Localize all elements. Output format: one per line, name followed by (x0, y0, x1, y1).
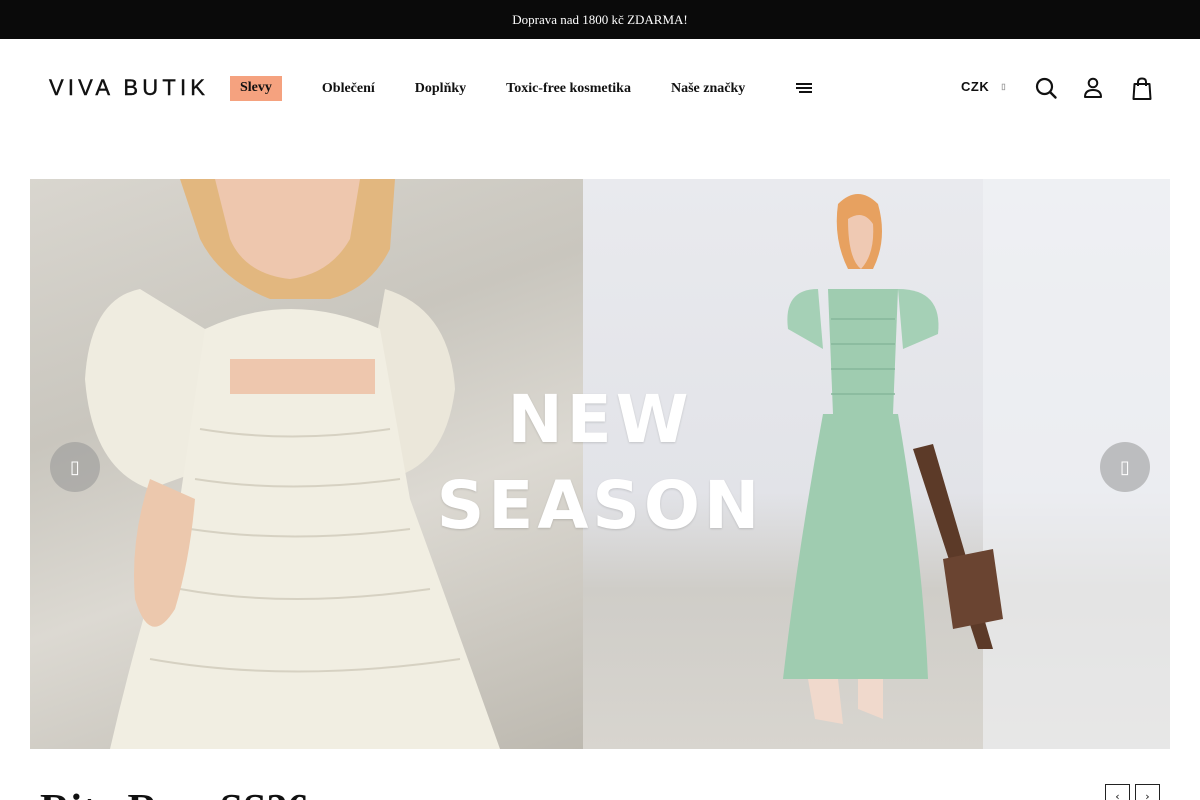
chevron-right-icon: ▯ (1120, 456, 1130, 478)
main-nav: Slevy Oblečení Doplňky Toxic-free kosmet… (230, 76, 785, 101)
announcement-bar: Doprava nad 1800 kč ZDARMA! (0, 0, 1200, 39)
chevron-down-icon: ▯ (1001, 82, 1007, 91)
nav-item-brands[interactable]: Naše značky (671, 81, 745, 97)
announcement-text: Doprava nad 1800 kč ZDARMA! (512, 11, 688, 27)
search-icon[interactable] (1034, 76, 1058, 100)
site-header: VIVA BUTIK Slevy Oblečení Doplňky Toxic-… (0, 39, 1200, 139)
carousel-next-button[interactable]: › (1135, 784, 1160, 800)
hero-next-button[interactable]: ▯ (1100, 442, 1150, 492)
hero-slider: NEW SEASON ▯ ▯ (30, 179, 1170, 749)
hero-title-line1: NEW (507, 381, 693, 458)
section-title: Rita Row SS26 (40, 786, 308, 800)
chevron-right-icon: › (1145, 790, 1150, 800)
nav-item-cosmetics[interactable]: Toxic-free kosmetika (506, 81, 631, 97)
hero-title-line2: SEASON (436, 467, 764, 544)
carousel-prev-button[interactable]: ‹ (1105, 784, 1130, 800)
nav-item-accessories[interactable]: Doplňky (415, 81, 466, 97)
currency-label: CZK (961, 79, 990, 94)
chevron-left-icon: ‹ (1115, 790, 1120, 800)
bag-icon[interactable] (1130, 76, 1154, 100)
nav-item-clothing[interactable]: Oblečení (322, 81, 375, 97)
nav-item-sale[interactable]: Slevy (230, 76, 282, 101)
chevron-left-icon: ▯ (70, 456, 80, 478)
hero-title: NEW SEASON (30, 377, 1170, 549)
user-icon[interactable] (1082, 76, 1106, 100)
logo[interactable]: VIVA BUTIK (49, 75, 209, 101)
hero-prev-button[interactable]: ▯ (50, 442, 100, 492)
menu-icon[interactable] (796, 83, 814, 95)
currency-selector[interactable]: CZK ▯ (961, 79, 1006, 94)
